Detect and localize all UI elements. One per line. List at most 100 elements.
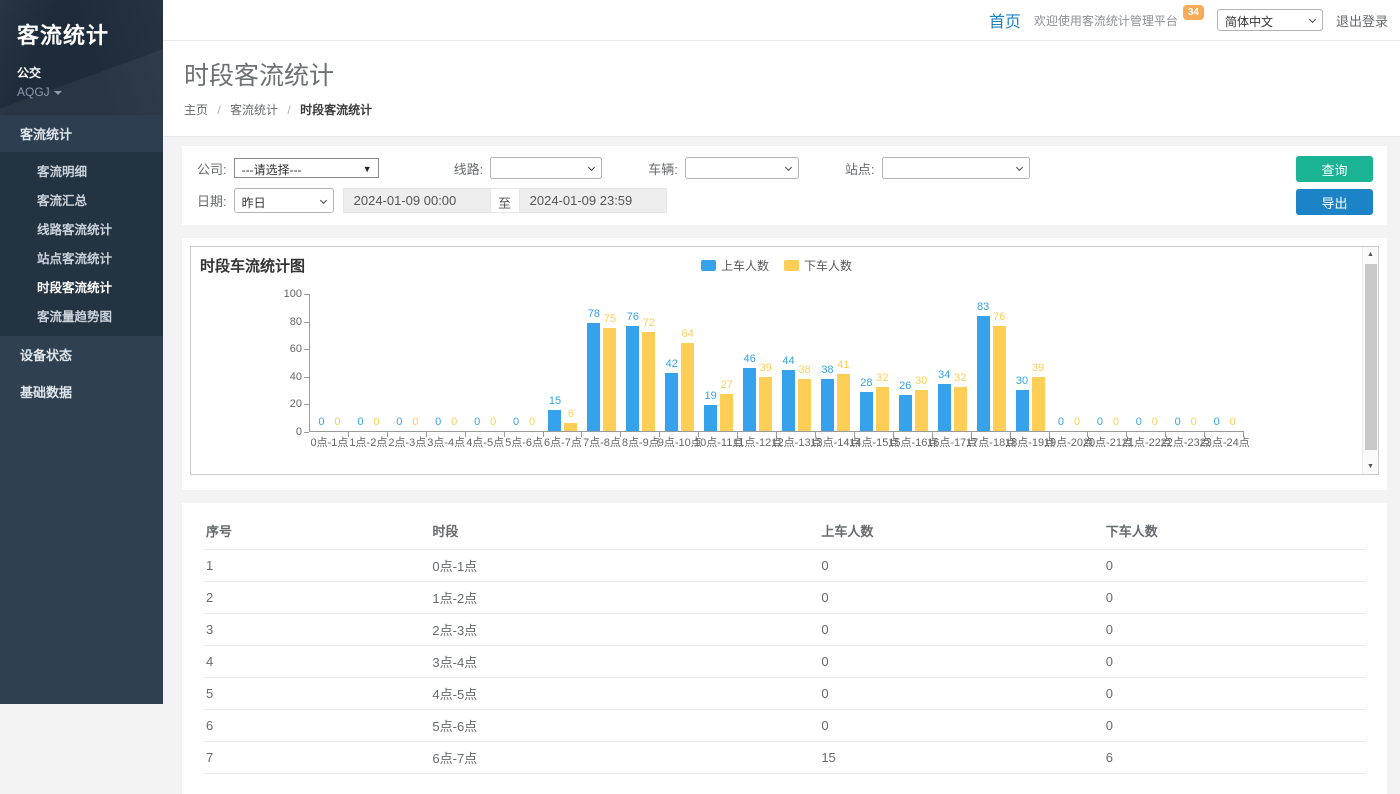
bar-group-6: 1566点-7点 [544, 294, 583, 431]
date-preset-select[interactable]: 昨日 [234, 188, 334, 213]
breadcrumb-separator: / [287, 103, 290, 117]
sidebar-subitem-3[interactable]: 站点客流统计 [0, 243, 163, 272]
sidebar-section-other-1[interactable]: 基础数据 [0, 373, 163, 410]
table-cell: 0 [1104, 582, 1365, 614]
caret-down-icon [54, 91, 62, 95]
sidebar-subitem-5[interactable]: 客流量趋势图 [0, 301, 163, 330]
table-cell: 0 [819, 582, 1103, 614]
date-range-group: 2024-01-09 00:00 至 2024-01-09 23:59 [343, 188, 667, 213]
table-column-header-2: 上车人数 [819, 513, 1103, 550]
bar-value-label: 0 [357, 416, 363, 428]
date-to-label: 至 [491, 188, 519, 213]
bar-alighting [642, 332, 655, 431]
table-cell: 3 [204, 614, 430, 646]
bar-wrap: 0 [1070, 294, 1083, 431]
scrollbar-thumb[interactable] [1365, 264, 1377, 450]
legend-label-boarding: 上车人数 [721, 257, 769, 274]
table-cell: 15 [819, 742, 1103, 774]
date-start-input[interactable]: 2024-01-09 00:00 [343, 188, 491, 213]
home-link[interactable]: 首页 [989, 8, 1021, 32]
bar-value-label: 75 [604, 313, 616, 325]
legend-item-alighting[interactable]: 下车人数 [784, 257, 852, 274]
export-button[interactable]: 导出 [1296, 189, 1373, 215]
breadcrumb-home[interactable]: 主页 [184, 103, 208, 117]
table-row: 54点-5点00 [204, 678, 1365, 710]
bar-wrap: 78 [587, 294, 600, 431]
sidebar-subitem-2[interactable]: 线路客流统计 [0, 214, 163, 243]
date-label: 日期: [197, 191, 227, 210]
bar-alighting [720, 394, 733, 431]
table-cell: 7 [204, 742, 430, 774]
chevron-down-icon [320, 197, 327, 204]
bar-group-22: 0022点-23点 [1166, 294, 1205, 431]
bar-value-label: 0 [373, 416, 379, 428]
chart-scrollbar[interactable]: ▲ ▼ [1362, 247, 1378, 474]
bar-group-8: 76728点-9点 [621, 294, 660, 431]
bar-wrap: 0 [1187, 294, 1200, 431]
sidebar-section-passenger-stats[interactable]: 客流统计 [0, 115, 163, 152]
org-name: 公交 [17, 64, 163, 81]
bar-wrap: 0 [354, 294, 367, 431]
line-select[interactable] [490, 157, 602, 179]
chart-plot: 000点-1点001点-2点002点-3点003点-4点004点-5点005点-… [309, 294, 1244, 432]
bar-wrap: 0 [1171, 294, 1184, 431]
sidebar-section-other-0[interactable]: 设备状态 [0, 336, 163, 373]
bar-wrap: 0 [331, 294, 344, 431]
bar-alighting [1032, 377, 1045, 431]
bar-wrap: 0 [1226, 294, 1239, 431]
bar-wrap: 0 [409, 294, 422, 431]
x-axis-label: 23点-24点 [1200, 434, 1250, 450]
bar-alighting [915, 390, 928, 431]
table-panel: 序号时段上车人数下车人数 10点-1点0021点-2点0032点-3点0043点… [182, 503, 1387, 794]
chevron-down-icon [785, 164, 792, 171]
bar-boarding [665, 373, 678, 431]
legend-swatch-alighting [784, 260, 799, 271]
breadcrumb-passenger-stats[interactable]: 客流统计 [230, 103, 278, 117]
y-axis-tick [304, 294, 309, 295]
bar-wrap: 0 [1148, 294, 1161, 431]
bar-wrap: 0 [471, 294, 484, 431]
language-select[interactable]: 简体中文 [1217, 9, 1323, 31]
breadcrumb: 主页 / 客流统计 / 时段客流统计 [184, 101, 1400, 118]
sidebar-subitem-0[interactable]: 客流明细 [0, 156, 163, 185]
content: 公司: ---请选择--- ▼ 线路: 车辆: 站点: [163, 137, 1400, 794]
logout-link[interactable]: 退出登录 [1336, 11, 1388, 30]
bar-wrap: 44 [782, 294, 795, 431]
bar-wrap: 27 [720, 294, 733, 431]
welcome-text: 欢迎使用客流统计管理平台 [1034, 12, 1178, 29]
x-axis-label: 4点-5点 [466, 434, 504, 450]
company-select[interactable]: ---请选择--- ▼ [234, 158, 379, 178]
legend-item-boarding[interactable]: 上车人数 [701, 257, 769, 274]
bar-group-0: 000点-1点 [310, 294, 349, 431]
sidebar-subitem-4[interactable]: 时段客流统计 [0, 272, 163, 301]
sidebar-subitem-1[interactable]: 客流汇总 [0, 185, 163, 214]
bar-wrap: 0 [1210, 294, 1223, 431]
bar-value-label: 30 [1016, 375, 1028, 387]
table-cell: 4 [204, 646, 430, 678]
sidebar-submenu: 客流明细客流汇总线路客流统计站点客流统计时段客流统计客流量趋势图 [0, 152, 163, 336]
bar-wrap: 0 [510, 294, 523, 431]
bar-value-label: 0 [1058, 416, 1064, 428]
date-end-input[interactable]: 2024-01-09 23:59 [519, 188, 667, 213]
y-axis-label: 100 [264, 288, 302, 300]
bar-wrap: 6 [564, 294, 577, 431]
scroll-down-icon[interactable]: ▼ [1363, 459, 1378, 474]
chevron-down-icon [1309, 16, 1316, 23]
table-column-header-1: 时段 [430, 513, 819, 550]
station-select[interactable] [882, 157, 1030, 179]
bar-alighting [759, 377, 772, 431]
table-row: 21点-2点00 [204, 582, 1365, 614]
chart-box: 时段车流统计图 上车人数 下车人数 000点-1点001点-2点002点-3点0… [190, 246, 1379, 475]
scroll-up-icon[interactable]: ▲ [1363, 247, 1378, 262]
user-menu[interactable]: AQGJ [17, 85, 163, 99]
y-axis-label: 40 [264, 371, 302, 383]
sidebar-other-items: 设备状态基础数据 [0, 336, 163, 410]
vehicle-select[interactable] [685, 157, 799, 179]
bar-value-label: 38 [821, 364, 833, 376]
query-button[interactable]: 查询 [1296, 156, 1373, 182]
bar-value-label: 0 [1191, 416, 1197, 428]
bar-value-label: 83 [977, 301, 989, 313]
bar-value-label: 78 [588, 308, 600, 320]
bar-wrap: 42 [665, 294, 678, 431]
notification-badge[interactable]: 34 [1183, 5, 1204, 20]
